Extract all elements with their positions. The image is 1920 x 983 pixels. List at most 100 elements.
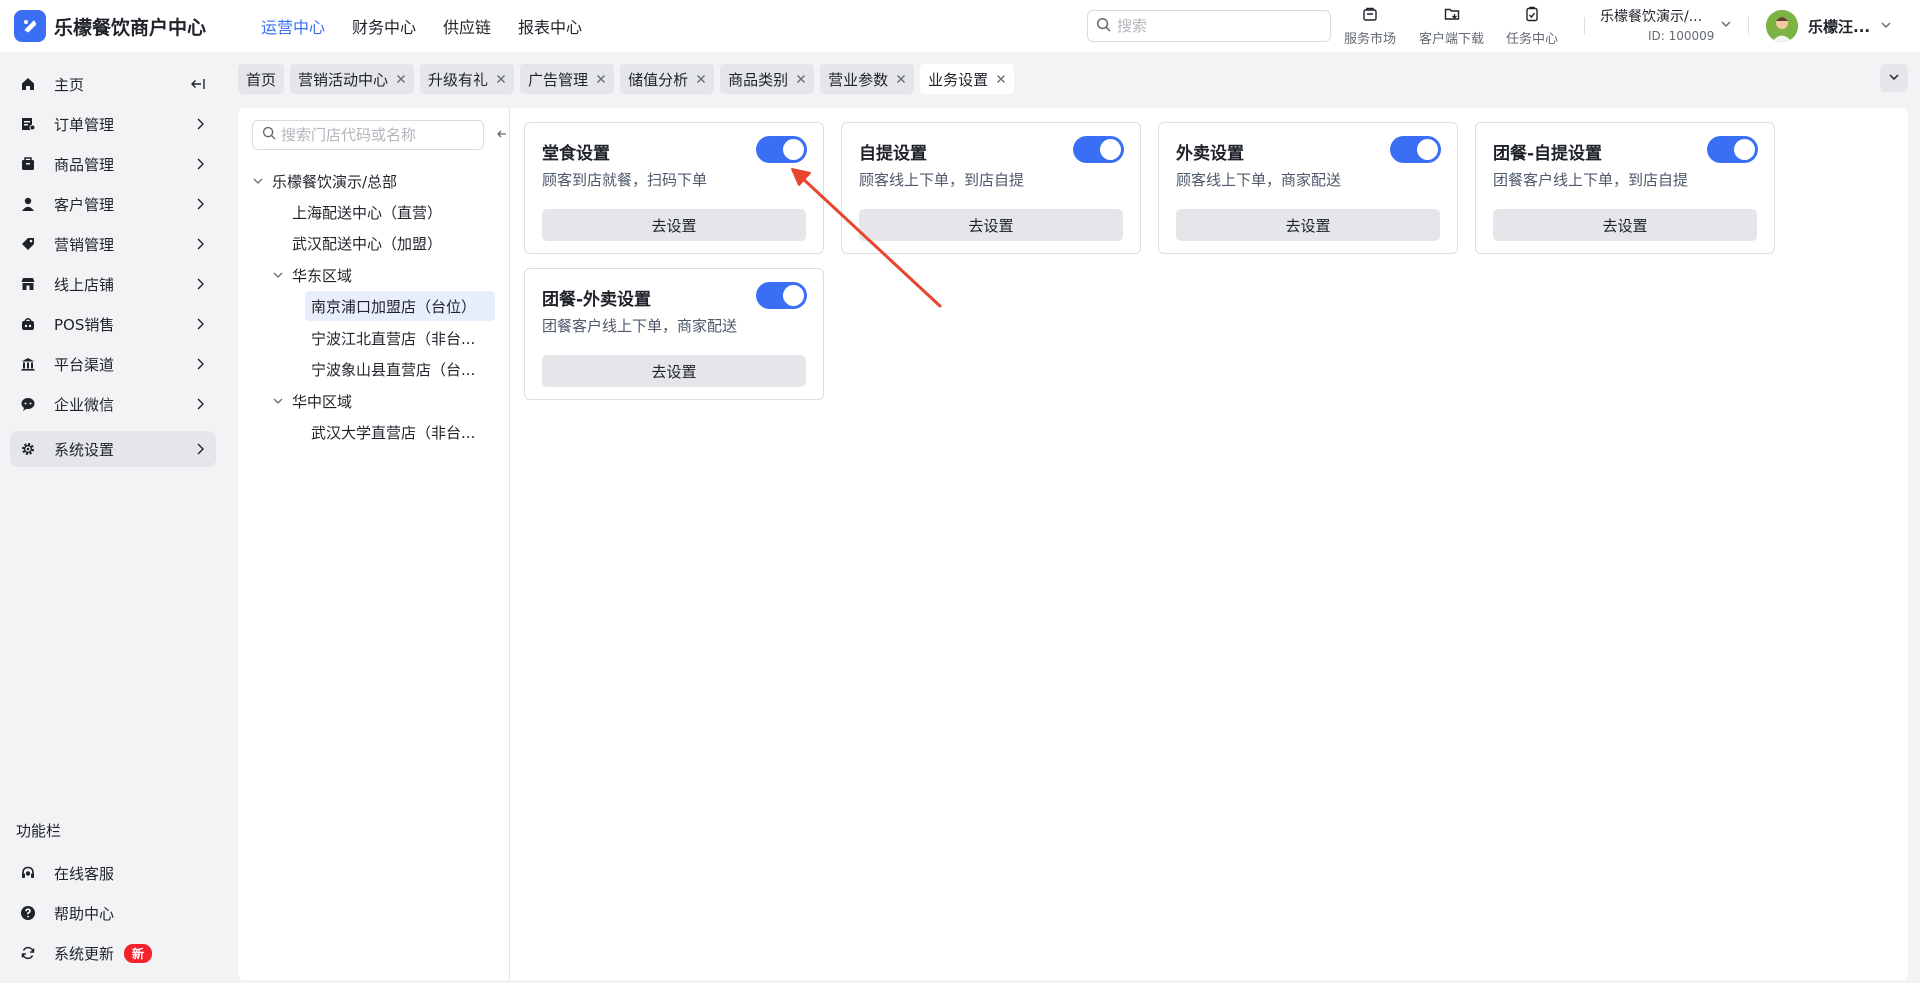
- tab-marketing-center[interactable]: 营销活动中心: [290, 64, 415, 94]
- tree-node-central-region[interactable]: 华中区域: [272, 386, 352, 416]
- sidebar-item-home[interactable]: 主页: [10, 66, 216, 102]
- tree-node-wuhan-dc[interactable]: 武汉配送中心（加盟）: [292, 228, 442, 258]
- close-icon[interactable]: [596, 74, 606, 84]
- close-icon[interactable]: [396, 74, 406, 84]
- tab-ad-management[interactable]: 广告管理: [520, 64, 615, 94]
- toggle-knob: [1100, 139, 1121, 160]
- sidebar-item-online-store[interactable]: 线上店铺: [10, 266, 216, 302]
- tab-business-params[interactable]: 营业参数: [820, 64, 915, 94]
- search-input[interactable]: [1117, 17, 1317, 35]
- header-divider: [1748, 17, 1749, 35]
- chevron-down-icon[interactable]: [272, 269, 286, 281]
- task-center-button[interactable]: 任务中心: [1506, 6, 1558, 47]
- toggle-knob: [783, 285, 804, 306]
- collapse-sidebar-icon[interactable]: [190, 77, 206, 95]
- tree-node-hq[interactable]: 乐檬餐饮演示/总部: [252, 166, 397, 196]
- service-market-button[interactable]: 服务市场: [1344, 6, 1396, 47]
- sidebar-item-orders[interactable]: 订单管理: [10, 106, 216, 142]
- store-search[interactable]: [252, 120, 484, 150]
- tree-node-ningbo-jiangbei[interactable]: 宁波江北直营店（非台...: [311, 323, 475, 353]
- sidebar-item-channels[interactable]: 平台渠道: [10, 346, 216, 382]
- tab-upgrade-gift[interactable]: 升级有礼: [420, 64, 515, 94]
- group-pickup-settings-button[interactable]: 去设置: [1493, 209, 1757, 241]
- group-delivery-toggle[interactable]: [756, 282, 807, 309]
- sidebar-item-help-center[interactable]: 帮助中心: [10, 895, 216, 931]
- delivery-toggle[interactable]: [1390, 136, 1441, 163]
- refresh-icon: [20, 945, 36, 961]
- chevron-down-icon[interactable]: [272, 395, 286, 407]
- tab-home[interactable]: 首页: [238, 64, 285, 94]
- close-icon[interactable]: [796, 74, 806, 84]
- tree-node-wuhan-university[interactable]: 武汉大学直营店（非台...: [311, 417, 475, 447]
- topnav-finance[interactable]: 财务中心: [352, 14, 416, 38]
- card-description: 顾客到店就餐，扫码下单: [542, 171, 708, 189]
- card-title: 自提设置: [859, 144, 927, 164]
- sidebar-item-label: 订单管理: [54, 115, 115, 134]
- topnav-supply-chain[interactable]: 供应链: [443, 14, 491, 38]
- user-menu[interactable]: 乐檬汪...: [1766, 10, 1892, 42]
- tab-label: 营销活动中心: [298, 70, 389, 89]
- card-delivery: 外卖设置 顾客线上下单，商家配送 去设置: [1158, 122, 1458, 254]
- app-title: 乐檬餐饮商户中心: [54, 16, 207, 39]
- collapse-tree-icon[interactable]: [496, 128, 510, 144]
- dine-in-settings-button[interactable]: 去设置: [542, 209, 806, 241]
- sidebar-item-pos[interactable]: POS销售: [10, 306, 216, 342]
- sidebar-item-marketing[interactable]: 营销管理: [10, 226, 216, 262]
- chevron-right-icon: [194, 277, 206, 295]
- sidebar-item-system-update[interactable]: 系统更新 新: [10, 935, 216, 971]
- card-dine-in: 堂食设置 顾客到店就餐，扫码下单 去设置: [524, 122, 824, 254]
- org-switcher[interactable]: 乐檬餐饮演示/... ID: 100009: [1600, 6, 1740, 43]
- sidebar-item-online-service[interactable]: 在线客服: [10, 855, 216, 891]
- card-description: 顾客线上下单，商家配送: [1176, 171, 1342, 189]
- tab-product-category[interactable]: 商品类别: [720, 64, 815, 94]
- chevron-down-icon[interactable]: [252, 175, 266, 187]
- sidebar-item-wecom[interactable]: 企业微信: [10, 386, 216, 422]
- global-search[interactable]: [1087, 10, 1331, 42]
- sidebar-item-label: 营销管理: [54, 235, 115, 254]
- sidebar-item-goods[interactable]: 商品管理: [10, 146, 216, 182]
- tree-node-label: 南京浦口加盟店（台位）: [311, 297, 477, 316]
- sidebar-item-system-settings[interactable]: 系统设置: [10, 431, 216, 467]
- group-delivery-settings-button[interactable]: 去设置: [542, 355, 806, 387]
- tree-node-east-region[interactable]: 华东区域: [272, 260, 352, 290]
- group-pickup-toggle[interactable]: [1707, 136, 1758, 163]
- tree-node-ningbo-xiangshan[interactable]: 宁波象山县直营店（台...: [311, 354, 475, 384]
- tree-node-label: 宁波江北直营店（非台...: [311, 329, 476, 348]
- tabs-more-button[interactable]: [1880, 64, 1908, 92]
- chevron-right-icon: [194, 442, 206, 460]
- card-description: 顾客线上下单，到店自提: [859, 171, 1025, 189]
- close-icon[interactable]: [996, 74, 1006, 84]
- close-icon[interactable]: [496, 74, 506, 84]
- self-pickup-settings-button[interactable]: 去设置: [859, 209, 1123, 241]
- chat-icon: [20, 396, 36, 412]
- topnav-operations[interactable]: 运营中心: [261, 14, 325, 38]
- tree-node-label: 上海配送中心（直营）: [292, 203, 443, 222]
- tab-business-settings[interactable]: 业务设置: [920, 64, 1015, 94]
- delivery-settings-button[interactable]: 去设置: [1176, 209, 1440, 241]
- tree-node-nanjing-pukou[interactable]: 南京浦口加盟店（台位）: [305, 291, 495, 321]
- page-tabs: 首页 营销活动中心 升级有礼 广告管理 储值分析 商品类别 营业参数 业务设置: [238, 64, 1020, 94]
- tab-label: 升级有礼: [428, 70, 489, 89]
- app-logo[interactable]: 乐檬餐饮商户中心: [14, 10, 244, 42]
- tab-label: 商品类别: [728, 70, 789, 89]
- close-icon[interactable]: [696, 74, 706, 84]
- tab-label: 业务设置: [928, 70, 989, 89]
- sidebar-item-label: 客户管理: [54, 195, 115, 214]
- chevron-right-icon: [194, 317, 206, 335]
- top-nav: 运营中心 财务中心 供应链 报表中心: [261, 14, 609, 38]
- dine-in-toggle[interactable]: [756, 136, 807, 163]
- store-icon: [1362, 6, 1378, 26]
- toggle-knob: [1734, 139, 1755, 160]
- tree-node-shanghai-dc[interactable]: 上海配送中心（直营）: [292, 197, 442, 227]
- client-download-button[interactable]: 客户端下载: [1419, 6, 1484, 47]
- main-panel: 乐檬餐饮演示/总部 上海配送中心（直营） 武汉配送中心（加盟） 华东区域 南京浦…: [238, 108, 1908, 980]
- sidebar-item-label: 在线客服: [54, 864, 115, 883]
- tag-icon: [20, 236, 36, 252]
- card-self-pickup: 自提设置 顾客线上下单，到店自提 去设置: [841, 122, 1141, 254]
- close-icon[interactable]: [896, 74, 906, 84]
- self-pickup-toggle[interactable]: [1073, 136, 1124, 163]
- topnav-reports[interactable]: 报表中心: [518, 14, 582, 38]
- sidebar-item-customers[interactable]: 客户管理: [10, 186, 216, 222]
- tab-stored-value-analysis[interactable]: 储值分析: [620, 64, 715, 94]
- store-search-input[interactable]: [281, 126, 481, 144]
